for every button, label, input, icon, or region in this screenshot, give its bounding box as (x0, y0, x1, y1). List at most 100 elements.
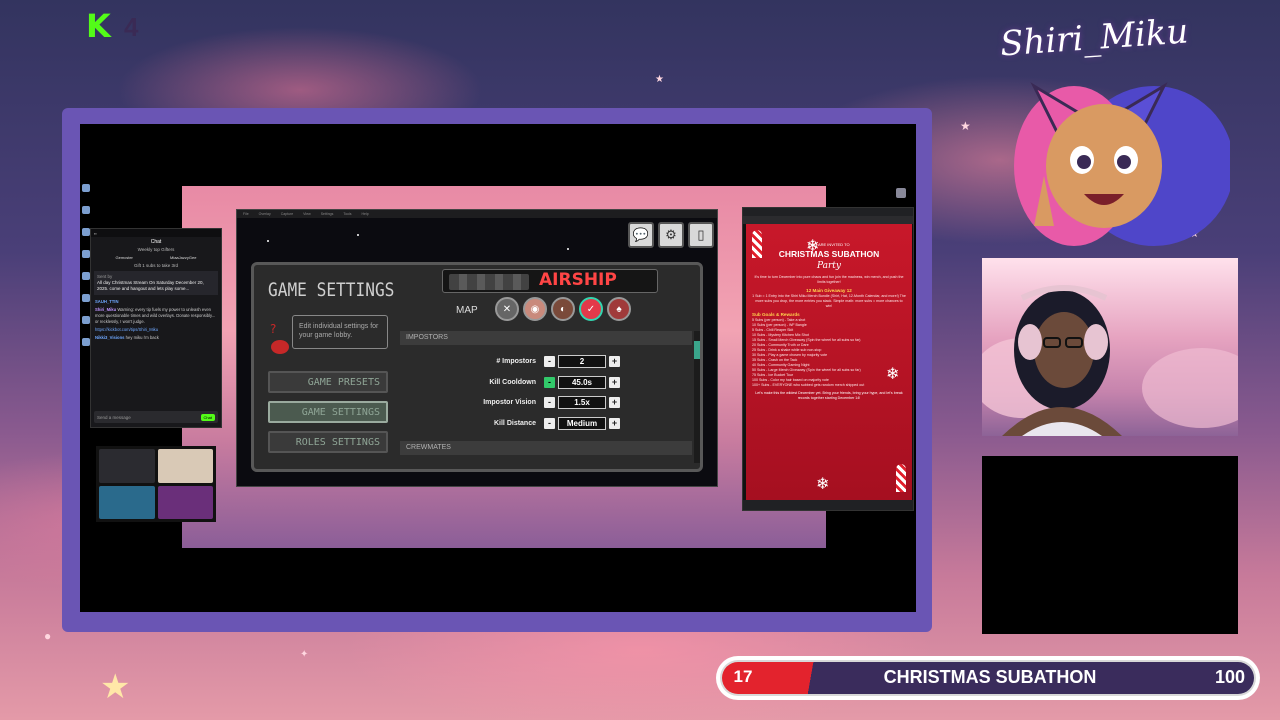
webcam-feed (982, 258, 1238, 436)
map-option-mira[interactable]: ◉ (523, 297, 547, 321)
goal-title: CHRISTMAS SUBATHON (883, 667, 1097, 687)
poster-party: Party (816, 261, 842, 271)
chat-link[interactable]: https://kickbot.com/tips/Shiri_Miku (95, 327, 158, 332)
map-banner: AIRSHIP (442, 269, 658, 293)
recycle-bin-icon[interactable] (896, 188, 906, 198)
menu-item[interactable]: File (243, 212, 249, 216)
vtuber-avatar-icon (1014, 82, 1230, 246)
settings-gear-button[interactable]: ⚙ (658, 222, 684, 248)
map-option-polus[interactable]: ◐ (551, 297, 575, 321)
kick-viewer-count: 4 (124, 12, 139, 42)
setting-value: 45.0s (558, 375, 606, 389)
map-selector: ✕ ◉ ◐ ✓ ♠ (495, 297, 631, 321)
menu-item[interactable]: Settings (321, 212, 334, 216)
giveaway-text: 1 Sub = 1 Entry into the Shiri Miku Merc… (752, 294, 906, 308)
snowflake-icon: ❄ (816, 476, 830, 493)
top-gifters: Gemcster MiaaJazzyGee (91, 252, 221, 263)
thumbnail[interactable] (99, 485, 155, 519)
chat-bubble-button[interactable]: 💬 (628, 222, 654, 248)
poster-invited: YOU ARE INVITED TO (808, 242, 850, 247)
setting-label: Kill Cooldown (489, 378, 536, 386)
increment-button[interactable]: + (609, 376, 620, 388)
browser-statusbar (743, 500, 913, 510)
increment-button[interactable]: + (609, 417, 620, 429)
chat-input[interactable]: Send a message Chat (94, 411, 218, 423)
setting-label: Kill Distance (493, 419, 536, 427)
polus-icon: ◐ (559, 303, 567, 315)
chat-message: Nikki3_Visions hey miku i'm back (91, 334, 221, 342)
setting-row: # Impostors - 2 + (460, 353, 660, 369)
chat-window-titlebar: ▪▪ (91, 229, 221, 237)
chat-username[interactable]: Shiri_Miku (95, 307, 116, 312)
star-decoration: ★ (100, 668, 131, 706)
question-crewmate-icon: ? (270, 322, 289, 354)
decrement-button[interactable]: - (544, 355, 555, 367)
decrement-button[interactable]: - (544, 376, 555, 388)
poster-window: ❄ YOU ARE INVITED TO CHRISTMAS SUBATHON … (742, 207, 914, 511)
settings-title: GAME SETTINGS (268, 279, 395, 301)
map-label: MAP (456, 305, 478, 316)
menu-item[interactable]: View (303, 212, 311, 216)
giveaway-heading: 12 Main Giveaway 12 (806, 288, 852, 293)
map-option-fungle[interactable]: ♠ (607, 297, 631, 321)
gifter-name[interactable]: Gemcster (116, 255, 133, 260)
setting-value: 2 (558, 354, 606, 368)
menu-item[interactable]: Tools (343, 212, 351, 216)
kick-logo: K (86, 7, 111, 45)
subathon-poster: ❄ YOU ARE INVITED TO CHRISTMAS SUBATHON … (746, 224, 912, 500)
poster-outro: Let's make this the wildest December yet… (755, 391, 903, 400)
empty-camera-slot (982, 456, 1238, 634)
chat-username[interactable]: Nikki3_Visions (95, 335, 124, 340)
setting-row: Kill Distance - Medium + (460, 415, 660, 431)
browser-addressbar[interactable] (743, 216, 913, 224)
decrement-button[interactable]: - (544, 396, 555, 408)
browser-tabbar[interactable] (743, 208, 913, 216)
game-presets-button[interactable]: GAME PRESETS (268, 371, 388, 393)
tablet-button[interactable]: ▯ (688, 222, 714, 248)
poster-intro: It's time to turn December into pure cha… (754, 275, 904, 284)
chat-title: Chat (150, 239, 162, 245)
pinned-message[interactable]: Sent by All day Christmas Stream On Satu… (94, 271, 218, 295)
gear-icon: ⚙ (665, 227, 677, 242)
menu-item[interactable]: Capture (281, 212, 293, 216)
decrement-button[interactable]: - (544, 417, 555, 429)
increment-button[interactable]: + (609, 355, 620, 367)
game-settings-button[interactable]: GAME SETTINGS (268, 401, 388, 423)
thumbnail[interactable] (99, 449, 155, 483)
chat-send-button[interactable]: Chat (200, 413, 215, 421)
game-window: File Overlay Capture View Settings Tools… (236, 209, 718, 487)
pinned-text: All day Christmas Stream On Saturday Dec… (97, 280, 204, 291)
section-crewmates: CREWMATES (400, 441, 692, 455)
gifter-name[interactable]: MiaaJazzyGee (170, 255, 196, 260)
settings-scrollbar[interactable] (694, 331, 700, 463)
settings-hint: Edit individual settings for your game l… (292, 315, 388, 349)
candy-cane-icon (752, 230, 762, 258)
menu-item[interactable]: Help (362, 212, 369, 216)
roles-settings-button[interactable]: ROLES SETTINGS (268, 431, 388, 453)
increment-button[interactable]: + (609, 396, 620, 408)
goals-heading: Sub Goals & Rewards (752, 312, 800, 317)
chat-panel: ▪▪ Chat Weekly top Gifters Gemcster Miaa… (90, 228, 222, 428)
map-option-skeld[interactable]: ✕ (495, 297, 519, 321)
chat-message: SAUH_TTIN (91, 298, 221, 306)
menu-item[interactable]: Overlay (259, 212, 271, 216)
chat-username[interactable]: SAUH_TTIN (95, 299, 119, 304)
chat-input-placeholder: Send a message (97, 414, 131, 420)
thumbnail[interactable] (157, 485, 213, 519)
map-banner-art (449, 274, 529, 290)
reindeer-icon: ❄ (806, 238, 820, 255)
thumbnail-grid (96, 446, 216, 522)
gifter-note: Gift 1 subs to take 3rd (133, 263, 179, 268)
goal-current-count: 17 (733, 667, 753, 686)
setting-label: # Impostors (496, 357, 536, 365)
candy-cane-icon (896, 464, 906, 492)
svg-text:?: ? (270, 322, 276, 336)
settings-list: IMPOSTORS # Impostors - 2 + Kill Cooldow… (400, 331, 700, 463)
map-option-airship[interactable]: ✓ (579, 297, 603, 321)
setting-label: Impostor Vision (483, 398, 536, 406)
scrollbar-thumb[interactable] (694, 341, 700, 359)
star-decoration: ★ (655, 74, 664, 85)
thumbnail[interactable] (157, 449, 213, 483)
star-decoration: ✦ (300, 649, 309, 660)
chat-text: hey miku i'm back (125, 335, 159, 340)
